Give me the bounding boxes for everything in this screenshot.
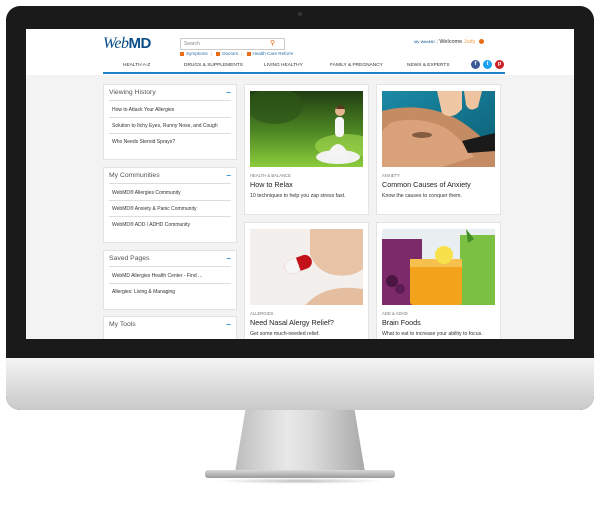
doctors-link[interactable]: Doctors [222, 51, 238, 56]
quick-links: Symptoms | Doctors | Health Care Reform [180, 51, 293, 56]
article-card-nasal-relief[interactable]: ALLERGIES Need Nasal Alergy Relief? Get … [244, 222, 369, 339]
collapse-icon[interactable]: – [227, 254, 231, 263]
meditation-photo [250, 91, 363, 167]
card-description: 10 techniques to help you zap stress fas… [250, 193, 346, 199]
card-title[interactable]: Need Nasal Alergy Relief? [250, 318, 334, 327]
list-item[interactable]: WebMD Allergies Health Center - Find ... [112, 273, 202, 279]
symptoms-icon [180, 51, 184, 56]
nav-health-a-z[interactable]: HEALTH A-Z [123, 63, 150, 68]
list-item[interactable]: WebMD® Allergies Community [112, 190, 181, 196]
list-item[interactable]: WebMD® Anxiety & Panic Community [112, 206, 196, 212]
doctors-icon [216, 51, 221, 56]
list-item[interactable]: Allergies: Living & Managing [112, 289, 175, 295]
collapse-icon[interactable]: – [227, 88, 231, 97]
welcome-text: Welcome [439, 39, 463, 45]
my-tools-panel: My Tools – [103, 316, 237, 339]
my-communities-panel: My Communities – WebMD® Allergies Commun… [103, 167, 237, 243]
card-category: ALLERGIES [250, 311, 274, 316]
card-category: ADD & ADHD [382, 311, 408, 316]
panel-title: My Tools [109, 321, 136, 328]
pinterest-icon[interactable]: p [495, 60, 504, 69]
card-description: Get some much-needed relief. [250, 331, 320, 337]
main-nav: HEALTH A-Z DRUGS & SUPPLEMENTS LIVING HE… [103, 61, 505, 74]
panel-title: Saved Pages [109, 255, 150, 262]
search-icon[interactable]: ⚲ [270, 39, 275, 47]
panel-title: My Communities [109, 172, 160, 179]
list-item[interactable]: How to Attack Your Allergies [112, 107, 174, 113]
card-title[interactable]: Brain Foods [382, 318, 421, 327]
list-item[interactable]: Solution to Itchy Eyes, Runny Nose, and … [112, 123, 218, 129]
card-title[interactable]: How to Relax [250, 180, 293, 189]
nav-family-pregnancy[interactable]: FAMILY & PREGNANCY [330, 63, 383, 68]
nav-news-experts[interactable]: NEWS & EXPERTS [407, 63, 450, 68]
welcome-area: My WebMD | Welcome Judy [414, 39, 484, 45]
collapse-icon[interactable]: – [227, 320, 231, 329]
card-title[interactable]: Common Causes of Anxiety [382, 180, 471, 189]
webmd-logo[interactable]: WebMD [103, 35, 151, 53]
user-name[interactable]: Judy [464, 39, 476, 45]
nav-living-healthy[interactable]: LIVING HEALTHY [264, 63, 303, 68]
article-card-relax[interactable]: HEALTH & BALANCE How to Relax 10 techniq… [244, 84, 369, 215]
collapse-icon[interactable]: – [227, 171, 231, 180]
saved-pages-panel: Saved Pages – WebMD Allergies Health Cen… [103, 250, 237, 310]
camera-dot [298, 12, 302, 16]
list-item[interactable]: WebMD® ADD / ADHD Community [112, 222, 190, 228]
list-item[interactable]: Who Needs Steroid Sprays? [112, 139, 175, 145]
screen: WebMD Search ⚲ Symptoms | Doctors | Health… [26, 29, 574, 339]
monitor-stand [235, 410, 365, 472]
viewing-history-panel: Viewing History – How to Attack Your All… [103, 84, 237, 160]
mywebmd-link[interactable]: My WebMD [414, 39, 435, 44]
health-care-reform-link[interactable]: Health Care Reform [253, 51, 294, 56]
pill-photo [250, 229, 363, 305]
card-category: ANXIETY [382, 173, 400, 178]
card-description: Know the causes to conquer them. [382, 193, 462, 199]
panel-title: Viewing History [109, 89, 156, 96]
symptoms-link[interactable]: Symptoms [186, 51, 208, 56]
card-description: What to eat to increase your ability to … [382, 331, 483, 337]
health-care-reform-icon [246, 51, 251, 56]
user-menu-icon[interactable] [478, 39, 484, 45]
article-card-anxiety[interactable]: ANXIETY Common Causes of Anxiety Know th… [376, 84, 501, 215]
article-card-brain-foods[interactable]: ADD & ADHD Brain Foods What to eat to in… [376, 222, 501, 339]
nav-drugs-supplements[interactable]: DRUGS & SUPPLEMENTS [184, 63, 243, 68]
monitor-chin [6, 358, 594, 410]
facebook-icon[interactable]: f [471, 60, 480, 69]
twitter-icon[interactable]: t [483, 60, 492, 69]
massage-photo [382, 91, 495, 167]
card-category: HEALTH & BALANCE [250, 173, 291, 178]
site-header: WebMD Search ⚲ Symptoms | Doctors | Health… [26, 29, 574, 75]
smoothies-photo [382, 229, 495, 305]
monitor-foot [205, 470, 395, 478]
